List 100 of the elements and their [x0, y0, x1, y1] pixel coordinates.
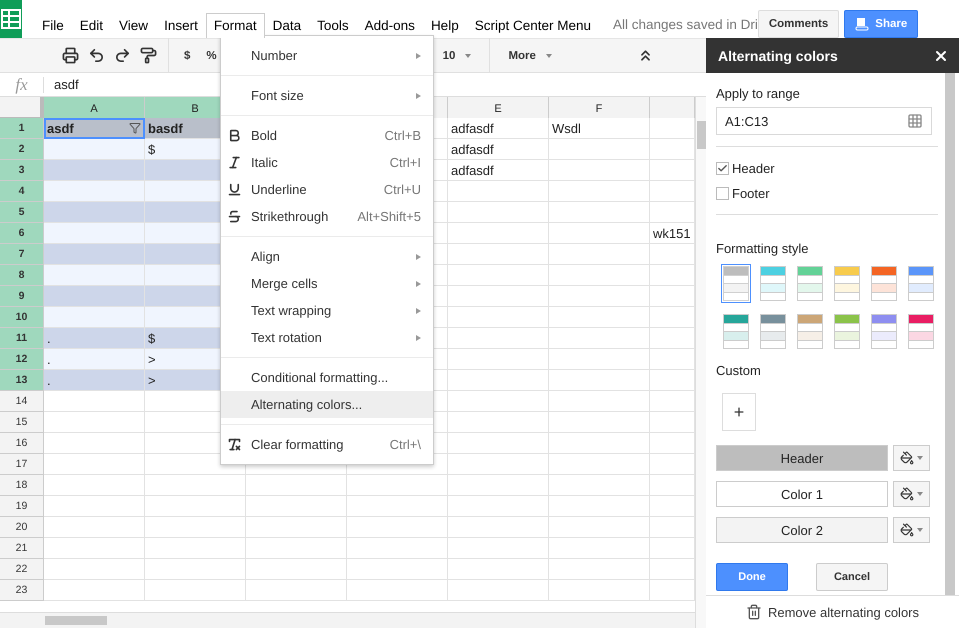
paint-bucket-button[interactable] — [893, 445, 930, 471]
table-cell[interactable]: adfasdf — [448, 118, 549, 139]
table-cell[interactable] — [448, 370, 549, 391]
table-cell[interactable] — [650, 496, 695, 517]
table-cell[interactable] — [44, 160, 145, 181]
cancel-button[interactable]: Cancel — [816, 563, 888, 591]
toolbar-button[interactable]: $ — [177, 50, 198, 62]
table-cell[interactable] — [549, 265, 650, 286]
table-cell[interactable] — [448, 286, 549, 307]
table-cell[interactable] — [347, 475, 448, 496]
menu-option[interactable]: Text wrapping — [221, 297, 433, 324]
table-cell[interactable] — [650, 454, 695, 475]
table-cell[interactable] — [44, 181, 145, 202]
table-cell[interactable] — [650, 139, 695, 160]
row-header[interactable]: 20 — [0, 517, 44, 538]
table-cell[interactable] — [44, 202, 145, 223]
table-cell[interactable] — [246, 475, 347, 496]
style-swatch[interactable] — [721, 264, 751, 303]
row-header[interactable]: 18 — [0, 475, 44, 496]
table-cell[interactable] — [549, 160, 650, 181]
row-header[interactable]: 21 — [0, 538, 44, 559]
table-cell[interactable] — [347, 580, 448, 601]
table-cell[interactable] — [246, 496, 347, 517]
table-cell[interactable] — [549, 286, 650, 307]
table-cell[interactable]: adfasdf — [448, 139, 549, 160]
table-cell[interactable] — [448, 391, 549, 412]
menu-item[interactable]: Format — [206, 13, 265, 38]
table-cell[interactable] — [44, 265, 145, 286]
color-button[interactable]: Color 2 — [716, 517, 888, 543]
table-cell[interactable]: . — [44, 349, 145, 370]
table-cell[interactable] — [44, 223, 145, 244]
row-header[interactable]: 23 — [0, 580, 44, 601]
menu-option[interactable]: Strikethrough Alt+Shift+5 — [221, 203, 433, 230]
toolbar-dropdown[interactable]: 10 — [432, 50, 482, 62]
table-cell[interactable] — [448, 349, 549, 370]
table-cell[interactable] — [549, 559, 650, 580]
table-cell[interactable] — [650, 160, 695, 181]
table-cell[interactable] — [347, 559, 448, 580]
table-cell[interactable] — [448, 580, 549, 601]
table-cell[interactable] — [650, 559, 695, 580]
row-header[interactable]: 6 — [0, 223, 44, 244]
table-cell[interactable]: Wsdl — [549, 118, 650, 139]
table-cell[interactable] — [44, 307, 145, 328]
table-cell[interactable] — [347, 496, 448, 517]
row-header[interactable]: 5 — [0, 202, 44, 223]
table-cell[interactable] — [549, 391, 650, 412]
table-cell[interactable] — [650, 517, 695, 538]
table-cell[interactable] — [448, 412, 549, 433]
toolbar-dropdown[interactable]: More — [498, 50, 562, 62]
table-cell[interactable] — [448, 475, 549, 496]
comments-button[interactable]: Comments — [758, 10, 840, 38]
table-cell[interactable] — [549, 349, 650, 370]
table-cell[interactable] — [650, 391, 695, 412]
table-cell[interactable] — [650, 538, 695, 559]
table-cell[interactable] — [448, 454, 549, 475]
table-cell[interactable] — [650, 307, 695, 328]
table-cell[interactable] — [448, 538, 549, 559]
menu-option[interactable]: Merge cells — [221, 270, 433, 297]
row-header[interactable]: 10 — [0, 307, 44, 328]
table-cell[interactable] — [650, 370, 695, 391]
table-cell[interactable] — [650, 286, 695, 307]
row-header[interactable]: 8 — [0, 265, 44, 286]
checkbox[interactable] — [716, 187, 729, 200]
table-cell[interactable] — [145, 538, 246, 559]
table-cell[interactable] — [549, 517, 650, 538]
table-cell[interactable] — [448, 202, 549, 223]
sheets-logo-icon[interactable] — [0, 0, 22, 38]
range-field[interactable]: A1:C13 — [716, 107, 932, 135]
table-cell[interactable]: asdf — [44, 118, 145, 139]
table-cell[interactable]: . — [44, 370, 145, 391]
row-header[interactable]: 1 — [0, 118, 44, 139]
table-cell[interactable] — [650, 412, 695, 433]
table-cell[interactable] — [448, 307, 549, 328]
row-header[interactable]: 22 — [0, 559, 44, 580]
table-cell[interactable] — [549, 223, 650, 244]
table-cell[interactable] — [650, 580, 695, 601]
menu-option[interactable]: Clear formatting Ctrl+\ — [221, 431, 433, 458]
table-cell[interactable] — [549, 433, 650, 454]
table-cell[interactable] — [246, 517, 347, 538]
table-cell[interactable] — [44, 412, 145, 433]
table-cell[interactable] — [549, 181, 650, 202]
table-cell[interactable] — [145, 475, 246, 496]
table-cell[interactable]: adfasdf — [448, 160, 549, 181]
menu-option[interactable]: Number — [221, 42, 433, 69]
row-header[interactable]: 4 — [0, 181, 44, 202]
table-cell[interactable] — [145, 580, 246, 601]
table-cell[interactable] — [246, 538, 347, 559]
row-header[interactable]: 16 — [0, 433, 44, 454]
table-cell[interactable] — [44, 475, 145, 496]
row-header[interactable]: 15 — [0, 412, 44, 433]
table-cell[interactable] — [44, 538, 145, 559]
table-cell[interactable] — [448, 244, 549, 265]
table-cell[interactable] — [549, 454, 650, 475]
table-cell[interactable] — [650, 349, 695, 370]
table-cell[interactable] — [44, 580, 145, 601]
table-cell[interactable] — [549, 496, 650, 517]
table-cell[interactable] — [448, 517, 549, 538]
table-cell[interactable] — [549, 244, 650, 265]
table-cell[interactable] — [44, 244, 145, 265]
table-cell[interactable] — [145, 517, 246, 538]
